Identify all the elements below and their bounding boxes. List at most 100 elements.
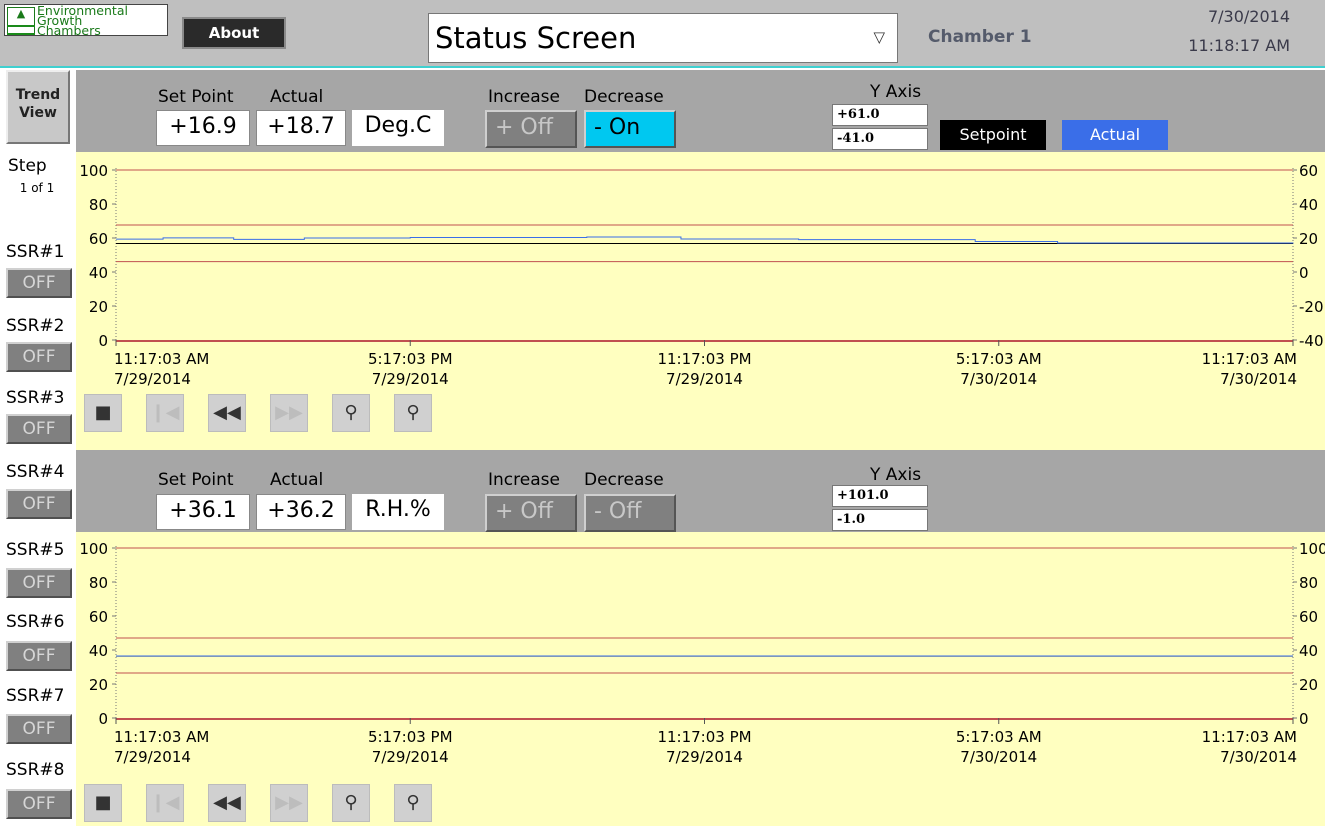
rewind-icon[interactable]: ◀◀ xyxy=(208,394,246,432)
header-bar: ▲ Environmental Growth Chambers About St… xyxy=(0,0,1325,68)
about-button[interactable]: About xyxy=(182,17,286,49)
step-value: 1 of 1 xyxy=(4,178,70,198)
rh-actual-value: +36.2 xyxy=(256,494,346,530)
right-tick-label: -40 xyxy=(1299,332,1324,350)
temperature-control-bar: Set Point Actual +16.9 +18.7 Deg.C Incre… xyxy=(76,70,1325,152)
ssr-1-toggle[interactable]: OFF xyxy=(6,268,72,298)
x-tick-time-label: 11:17:03 PM xyxy=(657,350,751,368)
x-tick-time-label: 5:17:03 AM xyxy=(956,728,1042,746)
right-tick-label: -20 xyxy=(1299,298,1324,316)
stop-icon[interactable]: ■ xyxy=(84,394,122,432)
left-tick-label: 60 xyxy=(89,230,108,248)
legend-setpoint: Setpoint xyxy=(940,120,1046,150)
stop-icon[interactable]: ■ xyxy=(84,784,122,822)
right-tick-label: 60 xyxy=(1299,608,1318,626)
left-tick-label: 80 xyxy=(89,574,108,592)
skip-start-icon[interactable]: ❙◀ xyxy=(146,784,184,822)
ssr-2-label: SSR#2 xyxy=(6,316,65,336)
rh-decrease-button[interactable]: - Off xyxy=(584,494,676,532)
left-tick-label: 40 xyxy=(89,264,108,282)
zoom-in-icon[interactable]: ⚲ xyxy=(332,784,370,822)
left-tick-label: 100 xyxy=(79,540,108,558)
x-tick-date-label: 7/30/2014 xyxy=(960,370,1037,388)
right-tick-label: 40 xyxy=(1299,642,1318,660)
temp-yaxis-label: Y Axis xyxy=(870,82,922,102)
ssr-1-label: SSR#1 xyxy=(6,242,65,262)
temp-decrease-label: Decrease xyxy=(584,87,664,107)
temp-yaxis-max-field[interactable]: +61.0 xyxy=(832,104,928,126)
trend-view-button[interactable]: Trend View xyxy=(6,70,70,144)
rh-setpoint-field[interactable]: +36.1 xyxy=(156,494,250,530)
temp-setpoint-field[interactable]: +16.9 xyxy=(156,110,250,146)
x-tick-time-label: 11:17:03 AM xyxy=(114,728,209,746)
rh-increase-label: Increase xyxy=(488,470,560,490)
ssr-4-toggle[interactable]: OFF xyxy=(6,489,72,519)
zoom-out-icon[interactable]: ⚲ xyxy=(394,394,432,432)
x-tick-time-label: 11:17:03 AM xyxy=(1202,728,1297,746)
x-tick-date-label: 7/30/2014 xyxy=(1220,748,1297,766)
rh-increase-button[interactable]: + Off xyxy=(485,494,577,532)
right-tick-label: 80 xyxy=(1299,574,1318,592)
temp-yaxis-min-field[interactable]: -41.0 xyxy=(832,128,928,150)
x-tick-time-label: 11:17:03 AM xyxy=(1202,350,1297,368)
rh-yaxis-label: Y Axis xyxy=(870,465,922,485)
x-tick-time-label: 11:17:03 PM xyxy=(657,728,751,746)
left-tick-label: 40 xyxy=(89,642,108,660)
x-tick-time-label: 11:17:03 AM xyxy=(114,350,209,368)
humidity-chart-svg: 10080604020010080604020011:17:03 AM7/29/… xyxy=(79,540,1325,766)
ssr-3-toggle[interactable]: OFF xyxy=(6,414,72,444)
rh-setpoint-label: Set Point xyxy=(158,470,234,490)
x-tick-date-label: 7/29/2014 xyxy=(666,748,743,766)
rewind-icon[interactable]: ◀◀ xyxy=(208,784,246,822)
right-tick-label: 20 xyxy=(1299,230,1318,248)
temp-actual-label: Actual xyxy=(270,87,324,107)
temp-unit: Deg.C xyxy=(352,110,444,146)
temp-decrease-button[interactable]: - On xyxy=(584,110,676,148)
temp-setpoint-label: Set Point xyxy=(158,87,234,107)
rh-yaxis-max-field[interactable]: +101.0 xyxy=(832,485,928,507)
current-time: 11:18:17 AM xyxy=(1188,36,1290,55)
ssr-4-label: SSR#4 xyxy=(6,462,65,482)
temp-actual-value: +18.7 xyxy=(256,110,346,146)
ssr-5-toggle[interactable]: OFF xyxy=(6,568,72,598)
temp-increase-button[interactable]: + Off xyxy=(485,110,577,148)
right-tick-label: 100 xyxy=(1299,540,1325,558)
ssr-6-label: SSR#6 xyxy=(6,612,65,632)
ssr-7-toggle[interactable]: OFF xyxy=(6,714,72,744)
fast-forward-icon[interactable]: ▶▶ xyxy=(270,784,308,822)
temperature-chart: 100 80 60 40 20 0 60 40 20 0 -20 -40 11:17:03 AM 7/29… xyxy=(76,152,1325,450)
temperature-chart-svg: 1008060402006040200-20-4011:17:03 AM7/29… xyxy=(79,162,1324,388)
x-tick-date-label: 7/30/2014 xyxy=(1220,370,1297,388)
left-tick-label: 100 xyxy=(79,162,108,180)
right-tick-label: 40 xyxy=(1299,196,1318,214)
x-tick-time-label: 5:17:03 AM xyxy=(956,350,1042,368)
ssr-6-toggle[interactable]: OFF xyxy=(6,641,72,671)
left-tick-label: 0 xyxy=(98,332,108,350)
ssr-8-toggle[interactable]: OFF xyxy=(6,789,72,819)
humidity-control-bar: Set Point Actual +36.1 +36.2 R.H.% Incre… xyxy=(76,450,1325,532)
screen-select[interactable]: Status Screen ▽ xyxy=(428,13,898,63)
right-tick-label: 20 xyxy=(1299,676,1318,694)
actual-series-line xyxy=(116,236,1294,244)
zoom-out-icon[interactable]: ⚲ xyxy=(394,784,432,822)
x-tick-date-label: 7/29/2014 xyxy=(372,370,449,388)
screen-select-value: Status Screen xyxy=(435,21,637,55)
rh-yaxis-min-field[interactable]: -1.0 xyxy=(832,509,928,531)
zoom-in-icon[interactable]: ⚲ xyxy=(332,394,370,432)
x-tick-date-label: 7/29/2014 xyxy=(666,370,743,388)
left-tick-label: 0 xyxy=(98,710,108,728)
left-tick-label: 80 xyxy=(89,196,108,214)
x-tick-time-label: 5:17:03 PM xyxy=(368,350,453,368)
rh-actual-label: Actual xyxy=(270,470,324,490)
current-date: 7/30/2014 xyxy=(1207,7,1290,26)
left-tick-label: 60 xyxy=(89,608,108,626)
rh-unit: R.H.% xyxy=(352,494,444,530)
legend-actual: Actual xyxy=(1062,120,1168,150)
skip-start-icon[interactable]: ❙◀ xyxy=(146,394,184,432)
ssr-2-toggle[interactable]: OFF xyxy=(6,342,72,372)
logo-line-3: Chambers xyxy=(37,23,101,38)
x-tick-date-label: 7/29/2014 xyxy=(114,748,191,766)
fast-forward-icon[interactable]: ▶▶ xyxy=(270,394,308,432)
humidity-chart: 100 80 60 40 20 0 100 80 60 40 20 0 11:17:03 AM 7/29/… xyxy=(76,532,1325,826)
x-tick-date-label: 7/30/2014 xyxy=(960,748,1037,766)
